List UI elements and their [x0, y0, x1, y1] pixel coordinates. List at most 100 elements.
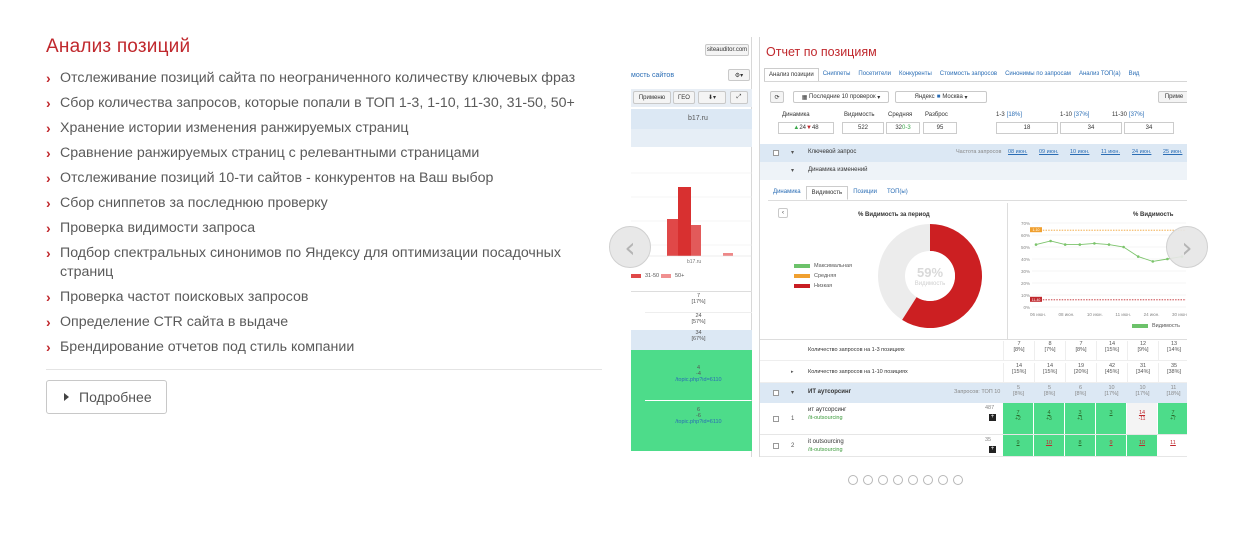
slider-dot[interactable]: [848, 475, 858, 485]
row-checkbox[interactable]: [773, 416, 779, 422]
row-checkbox[interactable]: [773, 443, 779, 449]
slide-a-link[interactable]: мость сайтов: [631, 72, 674, 79]
feature-text: Проверка видимости запроса: [60, 220, 256, 236]
bar-2: [678, 187, 691, 256]
stats-header-label: 11-30: [1112, 112, 1127, 118]
expand-caret-icon[interactable]: ▸: [791, 369, 794, 375]
apply-right-button[interactable]: Приме: [1158, 91, 1187, 103]
stats-header: 11-30 [37%]: [1112, 112, 1144, 118]
apply-button[interactable]: Применю: [633, 91, 671, 104]
report-tab[interactable]: Вид: [1125, 68, 1144, 82]
domain-subheader: [631, 129, 752, 147]
expand-button[interactable]: ⤢: [730, 91, 748, 104]
feature-text: Подбор спектральных синонимов по Яндексу…: [60, 245, 561, 280]
group-cell: 11 [18%]: [1158, 385, 1187, 397]
keyword-row: 1 ит аутсорсинг/it-outsourcing 487 +7 +2 4 +3 3…: [760, 403, 1187, 435]
chart-subtab[interactable]: Видимость: [805, 186, 849, 200]
collapse-caret-icon[interactable]: ▾: [791, 167, 794, 174]
chevron-down-icon: ▾: [875, 94, 881, 101]
stats-header-label: Видимость: [844, 112, 875, 118]
collapse-panel-button[interactable]: ‹: [778, 208, 788, 218]
position-value: 10: [1138, 440, 1146, 446]
line-legend: Видимость: [1132, 323, 1180, 329]
period-select[interactable]: ▦ Последние 10 проверок ▾: [793, 91, 889, 103]
bar-3: [691, 225, 701, 256]
page: Анализ позиций › Отслеживание позиций сай…: [0, 0, 1259, 535]
date-header[interactable]: 24 июн.: [1132, 149, 1151, 155]
report-tab[interactable]: Сниппеты: [819, 68, 855, 82]
donut-title: % Видимость за период: [858, 212, 930, 218]
chevron-right-icon: ›: [1181, 230, 1193, 264]
collapse-caret-icon[interactable]: ▾: [791, 389, 794, 396]
legend-31-50: 31-50: [631, 273, 659, 279]
gear-dropdown[interactable]: ⚙▾: [728, 69, 750, 81]
series-point: [1122, 245, 1125, 249]
position-cell: 7 +2: [1003, 403, 1033, 434]
refresh-button[interactable]: ⟳: [770, 91, 784, 103]
slider-dot[interactable]: [923, 475, 933, 485]
summary-cell-pct: [15%]: [1042, 369, 1058, 375]
stats-value-box: 522: [842, 122, 884, 134]
date-header[interactable]: 10 июн.: [1070, 149, 1089, 155]
geo-button[interactable]: ГЕО: [673, 91, 695, 104]
slider-dot[interactable]: [863, 475, 873, 485]
slider-dot[interactable]: [893, 475, 903, 485]
download-button[interactable]: ⬇▾: [698, 91, 726, 104]
summary-cell-pct: [15%]: [1104, 347, 1120, 353]
slider-next-button[interactable]: ›: [1166, 226, 1208, 268]
chart-subtabs: Динамика Видимость Позиции ТОП(ы): [768, 186, 913, 200]
stats-header-label: Средняя: [888, 112, 913, 118]
row-keyword: ит аутсорсинг: [808, 407, 847, 413]
expand-icon: ⤢: [736, 94, 742, 100]
y-tick-label: 30%: [1021, 269, 1030, 274]
more-button[interactable]: Подробнее: [46, 380, 167, 414]
row-url[interactable]: /it-outsourcing: [808, 415, 843, 421]
engine-select[interactable]: Яндекс ■ Москва ▾: [895, 91, 987, 103]
summary-cell: 7 [8%]: [1065, 341, 1096, 361]
report-tab[interactable]: Синонимы по запросам: [1001, 68, 1075, 82]
feature-text: Отслеживание позиций 10-ти сайтов - конк…: [60, 170, 494, 186]
report-tab[interactable]: Анализ позиции: [764, 68, 819, 82]
period-select-value: Последние 10 проверок: [809, 94, 876, 100]
site-badge: siteauditor.com: [705, 44, 749, 56]
slider-dot[interactable]: [908, 475, 918, 485]
report-tab[interactable]: Конкуренты: [895, 68, 936, 82]
summary-cell: 14 [15%]: [1096, 341, 1127, 361]
slider-prev-button[interactable]: ‹: [609, 226, 651, 268]
stats-header: Динамика: [782, 112, 812, 118]
select-all-checkbox[interactable]: [773, 150, 779, 156]
green-cell-2-url[interactable]: /topic.php?id=6110: [645, 419, 752, 425]
group-cell-pct: [8%]: [1043, 391, 1055, 397]
chart-subtab[interactable]: Позиции: [848, 186, 882, 200]
slider-dot[interactable]: [878, 475, 888, 485]
y-tick-label: 10%: [1021, 293, 1030, 298]
slider-dot[interactable]: [953, 475, 963, 485]
legend-50plus-swatch: [661, 274, 671, 278]
x-tick-label: 06 июн.: [1030, 312, 1046, 317]
green-cell-1-url[interactable]: /topic.php?id=6110: [645, 377, 752, 383]
date-header[interactable]: 25 июн.: [1163, 149, 1182, 155]
series-point: [1078, 243, 1082, 246]
bar-chart-xlabel: b17.ru: [687, 259, 702, 265]
expand-caret-icon[interactable]: ▾: [791, 149, 794, 156]
group-checkbox[interactable]: [773, 390, 779, 396]
feature-text: Сбор количества запросов, которые попали…: [60, 95, 575, 111]
y-tick-label: 60%: [1021, 233, 1030, 238]
feature-text: Проверка частот поисковых запросов: [60, 289, 309, 305]
plus-icon[interactable]: +: [989, 414, 996, 421]
report-tab[interactable]: Стоимость запросов: [936, 68, 1001, 82]
date-header[interactable]: 09 июн.: [1039, 149, 1058, 155]
x-tick-label: 11 июн.: [1115, 312, 1131, 317]
chart-subtab[interactable]: Динамика: [768, 186, 806, 200]
date-header[interactable]: 11 июн.: [1101, 149, 1120, 155]
slider-dot[interactable]: [938, 475, 948, 485]
report-tab[interactable]: Посетители: [854, 68, 895, 82]
apply-right-label: Приме: [1164, 94, 1184, 100]
plus-icon[interactable]: +: [989, 446, 996, 453]
report-tab[interactable]: Анализ ТОП(а): [1075, 68, 1125, 82]
position-delta: -11: [1138, 416, 1146, 422]
chart-subtab[interactable]: ТОП(ы): [882, 186, 913, 200]
date-header[interactable]: 08 июн.: [1008, 149, 1027, 155]
series-point: [1063, 243, 1067, 246]
row-url[interactable]: /it-outsourcing: [808, 447, 843, 453]
